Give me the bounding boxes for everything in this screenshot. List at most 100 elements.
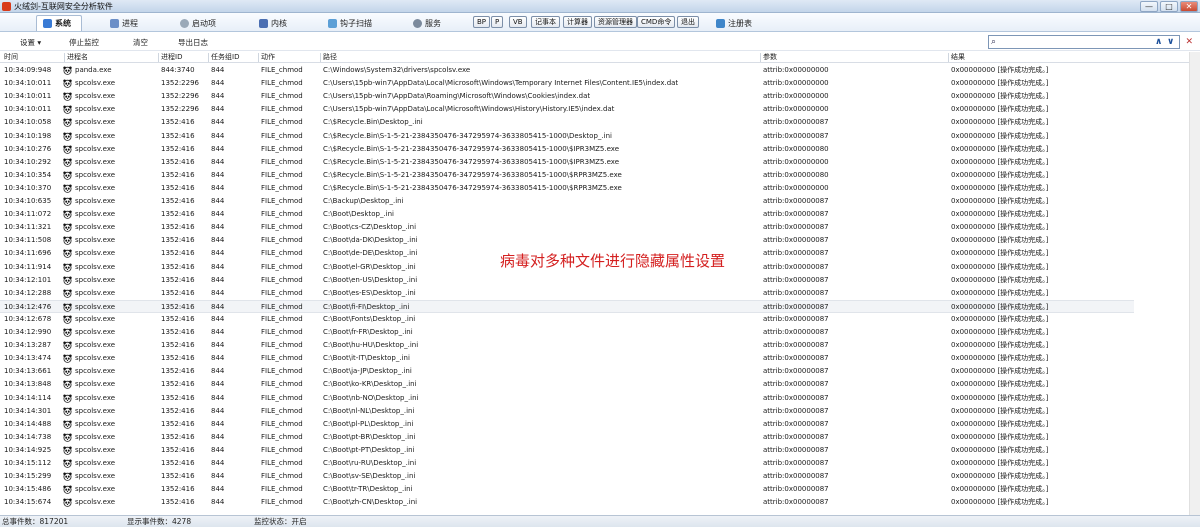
clear-search-icon[interactable]: ✕ <box>1185 36 1193 48</box>
export-log-button[interactable]: 导出日志 <box>178 37 208 48</box>
chevron-up-icon[interactable]: ∧ <box>1155 36 1162 48</box>
table-row[interactable]: 10:34:13:848 1352:416 844 FILE_chmod C:\Boot… <box>0 378 1200 391</box>
vertical-scrollbar[interactable] <box>1189 52 1200 515</box>
cell-action: FILE_chmod <box>261 131 303 140</box>
table-row[interactable]: 10:34:14:301 1352:416 844 FILE_chmod C:\Boot… <box>0 405 1200 418</box>
tab-startup[interactable]: 启动项 <box>180 15 216 31</box>
cell-time: 10:34:10:276 <box>4 144 52 153</box>
panda-process-icon <box>63 472 72 481</box>
cell-path: C:\Boot\hu-HU\Desktop_.ini <box>323 341 419 350</box>
table-row[interactable]: 10:34:10:354 1352:416 844 FILE_chmod C:\$Rec… <box>0 169 1200 182</box>
table-row[interactable]: 10:34:10:011 1352:2296 844 FILE_chmod C:\Use… <box>0 90 1200 103</box>
table-row[interactable]: 10:34:10:011 1352:2296 844 FILE_chmod C:\Use… <box>0 77 1200 90</box>
explorer-button[interactable]: 资源管理器 <box>594 16 637 28</box>
tab-service[interactable]: 服务 <box>413 15 441 31</box>
maximize-button[interactable]: □ <box>1160 1 1178 12</box>
column-header-param[interactable]: 参数 <box>763 53 777 62</box>
p-button[interactable]: P <box>491 16 504 28</box>
table-row[interactable]: 10:34:10:370 1352:416 844 FILE_chmod C:\$Rec… <box>0 182 1200 195</box>
column-header-time[interactable]: 时间 <box>4 53 18 62</box>
panda-process-icon <box>63 446 72 455</box>
column-header-result[interactable]: 结果 <box>951 53 965 62</box>
table-row[interactable]: 10:34:13:474 1352:416 844 FILE_chmod C:\Boot… <box>0 352 1200 365</box>
cell-param: attrib:0x00000087 <box>763 262 829 271</box>
vb-button[interactable]: VB <box>509 16 527 28</box>
process-icon <box>110 18 119 28</box>
table-row[interactable]: 10:34:14:925 1352:416 844 FILE_chmod C:\Boot… <box>0 444 1200 457</box>
tab-hook-scan[interactable]: 钩子扫描 <box>328 15 372 31</box>
column-header-pid[interactable]: 进程ID <box>161 53 182 62</box>
chevron-down-icon[interactable]: ∨ <box>1167 36 1174 48</box>
cell-group-id: 844 <box>211 314 225 323</box>
table-row[interactable]: 10:34:10:011 1352:2296 844 FILE_chmod C:\Use… <box>0 103 1200 116</box>
cell-pid: 1352:416 <box>161 459 195 467</box>
table-row[interactable]: 10:34:10:276 1352:416 844 FILE_chmod C:\$Rec… <box>0 143 1200 156</box>
cell-group-id: 844 <box>211 183 225 192</box>
table-row[interactable]: 10:34:12:288 1352:416 844 FILE_chmod C:\Boot… <box>0 287 1200 300</box>
cell-action: FILE_chmod <box>261 118 303 127</box>
tab-system[interactable]: 系统 <box>36 15 82 31</box>
table-row[interactable]: 10:34:11:508 1352:416 844 FILE_chmod C:\Boot… <box>0 234 1200 247</box>
chevron-down-icon: ▾ <box>37 38 42 47</box>
table-row[interactable]: 10:34:10:635 1352:416 844 FILE_chmod C:\Back… <box>0 195 1200 208</box>
panda-process-icon <box>63 485 72 494</box>
cell-group-id: 844 <box>211 406 225 415</box>
table-row[interactable]: 10:34:12:678 1352:416 844 FILE_chmod C:\Boot… <box>0 313 1200 326</box>
column-header-action[interactable]: 动作 <box>261 53 275 62</box>
table-row[interactable]: 10:34:15:674 1352:416 844 FILE_chmod C:\Boot… <box>0 496 1200 509</box>
stop-monitor-button[interactable]: 停止监控 <box>69 37 99 48</box>
panda-process-icon <box>63 105 72 115</box>
table-row[interactable]: 10:34:12:101 1352:416 844 FILE_chmod C:\Boot… <box>0 274 1200 287</box>
cell-path: C:\$Recycle.Bin\S-1-5-21-2384350476-3472… <box>323 170 622 179</box>
table-row[interactable]: 10:34:13:661 1352:416 844 FILE_chmod C:\Boot… <box>0 365 1200 378</box>
column-header-path[interactable]: 路径 <box>323 53 337 62</box>
close-button[interactable]: ✕ <box>1180 1 1198 12</box>
table-row[interactable]: 10:34:15:486 1352:416 844 FILE_chmod C:\Boot… <box>0 483 1200 496</box>
table-row[interactable]: 10:34:12:990 1352:416 844 FILE_chmod C:\Boot… <box>0 326 1200 339</box>
cell-process-name: spcolsv.exe <box>75 183 116 192</box>
cell-time: 10:34:13:474 <box>4 354 52 363</box>
cell-action: FILE_chmod <box>261 157 303 166</box>
cell-process-name: spcolsv.exe <box>75 262 116 271</box>
tab-registry[interactable]: 注册表 <box>716 15 752 31</box>
column-header-group-id[interactable]: 任务组ID <box>211 53 239 62</box>
cell-param: attrib:0x00000000 <box>763 79 829 88</box>
cell-result: 0x00000000 [操作成功完成。] <box>951 197 1049 205</box>
table-row[interactable]: 10:34:13:287 1352:416 844 FILE_chmod C:\Boot… <box>0 339 1200 352</box>
search-input[interactable] <box>1003 37 1143 47</box>
table-row[interactable]: 10:34:14:488 1352:416 844 FILE_chmod C:\Boot… <box>0 418 1200 431</box>
cell-time: 10:34:10:292 <box>4 157 52 166</box>
cell-path: C:\Boot\da-DK\Desktop_.ini <box>323 236 418 245</box>
cmd-button[interactable]: CMD命令 <box>637 16 676 28</box>
cell-group-id: 844 <box>211 92 225 101</box>
table-row[interactable]: 10:34:10:198 1352:416 844 FILE_chmod C:\$Rec… <box>0 130 1200 143</box>
column-header-process[interactable]: 进程名 <box>67 53 88 62</box>
table-row[interactable]: 10:34:09:948 844:3740 844 FILE_chmod C:\Wind… <box>0 64 1200 77</box>
table-row[interactable]: 10:34:14:738 1352:416 844 FILE_chmod C:\Boot… <box>0 431 1200 444</box>
tab-kernel[interactable]: 内核 <box>259 15 287 31</box>
bp-button[interactable]: BP <box>473 16 491 28</box>
cell-process-name: spcolsv.exe <box>75 275 116 284</box>
clear-button[interactable]: 清空 <box>133 37 148 48</box>
notepad-button[interactable]: 记事本 <box>531 16 560 28</box>
table-row[interactable]: 10:34:12:476 1352:416 844 FILE_chmod C:\Boot… <box>0 299 1134 313</box>
panda-process-icon <box>63 433 72 442</box>
cell-result: 0x00000000 [操作成功完成。] <box>951 157 1049 166</box>
table-row[interactable]: 10:34:10:292 1352:416 844 FILE_chmod C:\$Rec… <box>0 156 1200 169</box>
table-row[interactable]: 10:34:15:299 1352:416 844 FILE_chmod C:\Boot… <box>0 470 1200 483</box>
table-row[interactable]: 10:34:10:058 1352:416 844 FILE_chmod C:\$Rec… <box>0 116 1200 129</box>
table-row[interactable]: 10:34:11:321 1352:416 844 FILE_chmod C:\Boot… <box>0 221 1200 234</box>
settings-menu[interactable]: 设置 ▾ <box>20 37 41 48</box>
table-row[interactable]: 10:34:11:072 1352:416 844 FILE_chmod C:\Boot… <box>0 208 1200 221</box>
cell-action: FILE_chmod <box>261 432 303 441</box>
cell-result: 0x00000000 [操作成功完成。] <box>951 472 1049 481</box>
exit-button[interactable]: 退出 <box>677 16 699 28</box>
table-row[interactable]: 10:34:15:112 1352:416 844 FILE_chmod C:\Boot… <box>0 457 1200 470</box>
cell-group-id: 844 <box>211 131 225 140</box>
tab-process[interactable]: 进程 <box>110 15 138 31</box>
table-row[interactable]: 10:34:14:114 1352:416 844 FILE_chmod C:\Boot… <box>0 392 1200 405</box>
calculator-button[interactable]: 计算器 <box>563 16 592 28</box>
cell-result: 0x00000000 [操作成功完成。] <box>951 367 1049 376</box>
minimize-button[interactable]: — <box>1140 1 1158 12</box>
cell-time: 10:34:12:990 <box>4 328 52 336</box>
